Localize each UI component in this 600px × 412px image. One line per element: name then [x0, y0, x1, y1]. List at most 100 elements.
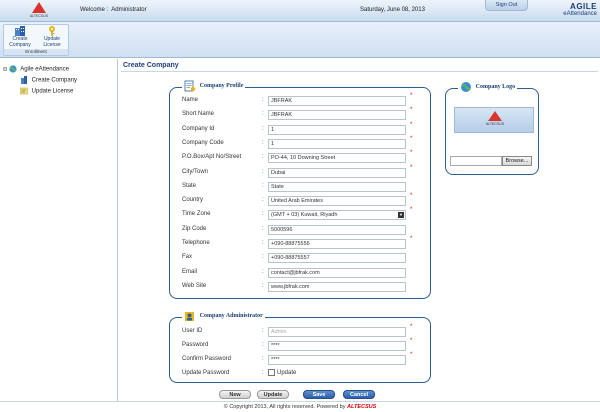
form-row: City/Town: Dubai * [182, 164, 413, 178]
required-marker: * [410, 164, 413, 171]
field-input[interactable]: JBFRAK [268, 96, 406, 106]
field-input[interactable]: www.jbfrak.com [268, 281, 406, 292]
form-row: Password: **** * [182, 338, 413, 351]
globe-icon [9, 65, 17, 73]
welcome-text: Welcome : Administrator [80, 7, 147, 13]
required-marker: * [410, 324, 413, 330]
ribbon-group-label: Enrollment [4, 49, 68, 55]
form-row: State: State [182, 181, 412, 192]
required-marker: * [410, 193, 413, 200]
field-label: User ID [182, 328, 203, 334]
field-label: Company Id [182, 125, 215, 132]
field-value: www.jbfrak.com [271, 283, 310, 290]
form-row: Confirm Password: **** * [182, 352, 413, 365]
new-button[interactable]: New [219, 390, 251, 399]
company-profile-legend: Company Profile [182, 80, 246, 94]
top-bar: ALTECSUS Welcome : Administrator Saturda… [0, 0, 600, 22]
field-input[interactable]: +090-88875556 [268, 239, 406, 249]
form-row: P.O.Box/Apt No/Street: PO-44, 10 Downing … [182, 150, 413, 164]
field-value: contact@jbfrak.com [271, 269, 320, 276]
required-marker: * [410, 150, 413, 157]
cancel-button[interactable]: Cancel [343, 390, 375, 399]
form-row: Company Code:1 * [182, 135, 413, 149]
field-value: +090-88875556 [271, 241, 310, 247]
company-administrator-legend: Company Administrator [182, 310, 265, 324]
sidebar-item-update-license[interactable]: Update License [20, 87, 73, 95]
tree-expand-icon[interactable]: ⊟ [3, 67, 7, 73]
save-button[interactable]: Save [303, 390, 335, 399]
sidebar-item-create-company[interactable]: Create Company [20, 76, 77, 84]
field-input[interactable]: PO-44, 10 Downing Street [268, 153, 406, 164]
footer-brand: ALTECSUS [347, 404, 377, 410]
field-input[interactable]: +090-88875557 [268, 253, 406, 264]
required-marker: * [410, 93, 413, 99]
form-row: Email: contact@jbfrak.com [182, 267, 412, 278]
field-input[interactable]: 5000596 [268, 224, 406, 235]
profile-document-icon [184, 80, 196, 92]
field-value: State [271, 183, 284, 190]
tree-root[interactable]: ⊟ Agile eAttendance [3, 65, 69, 73]
form-row: Name: JBFRAK * [182, 93, 413, 106]
field-label: City/Town [182, 168, 209, 175]
field-label: State [182, 182, 197, 189]
field-label: Country [182, 197, 204, 204]
company-logo-section: Company Logo ALTECSUS Browse... [445, 81, 539, 175]
field-input[interactable]: contact@jbfrak.com [268, 267, 406, 278]
license-icon [20, 87, 28, 95]
field-label: Web Site [182, 282, 207, 289]
logo-file-path-input[interactable] [450, 156, 502, 166]
field-value: 5000596 [271, 226, 293, 233]
update-button[interactable]: Update [257, 390, 289, 399]
dropdown-arrow-icon[interactable]: ▼ [398, 212, 404, 219]
required-marker: * [410, 236, 413, 242]
product-brand: AGILE eAttendance [535, 2, 597, 20]
sidebar-item-label: Update License [31, 88, 74, 95]
update-password-option[interactable]: Update [268, 369, 296, 376]
browse-button[interactable]: Browse... [502, 156, 532, 166]
sign-out-button[interactable]: Sign Out [485, 0, 528, 11]
update-password-label: Update Password [182, 370, 230, 376]
create-company-button[interactable]: Create Company [5, 26, 35, 50]
field-input[interactable]: 1 [268, 124, 406, 135]
field-input[interactable]: JBFRAK [268, 110, 406, 121]
field-value: United Arab Emirates [271, 198, 323, 205]
ribbon-group-enrollment: Create Company Update License Enrollment [3, 24, 69, 56]
form-row: Web Site: www.jbfrak.com [182, 281, 412, 292]
field-input[interactable]: Admin [268, 327, 406, 337]
form-row: Short Name: JBFRAK * [182, 107, 413, 121]
sidebar: ⊟ Agile eAttendance Create Company Updat… [0, 59, 118, 401]
update-password-checkbox[interactable] [268, 369, 275, 376]
field-input[interactable]: Dubai [268, 167, 406, 178]
field-input[interactable]: State [268, 181, 406, 192]
field-value: **** [271, 343, 280, 349]
field-value: 1 [271, 140, 275, 147]
globe-icon [461, 82, 471, 92]
required-marker: * [410, 121, 413, 128]
required-marker: * [410, 338, 413, 344]
field-input[interactable]: United Arab Emirates [268, 196, 406, 207]
update-password-row: Update Password : Update [182, 369, 297, 377]
field-label: Time Zone [182, 211, 211, 218]
current-date: Saturday, June 08, 2013 [360, 7, 425, 13]
company-profile-section: Company Profile Name: JBFRAK * Short Name: J… [169, 80, 431, 299]
welcome-label: Welcome [80, 7, 105, 13]
brand-name: AGILE [570, 2, 597, 11]
form-buttons: New Update Save Cancel [219, 390, 419, 400]
field-label: Telephone [182, 240, 210, 246]
update-license-button[interactable]: Update License [37, 26, 67, 50]
field-input[interactable]: **** [268, 341, 406, 351]
field-label: Name [182, 97, 199, 103]
administrator-icon [185, 312, 194, 321]
field-value: PO-44, 10 Downing Street [271, 155, 336, 162]
field-label: Zip Code [182, 225, 207, 232]
footer: © Copyright 2013, All rights reserved. P… [0, 401, 600, 412]
altecsus-logo: ALTECSUS [26, 1, 52, 21]
copyright-text: © Copyright 2013, All rights reserved. P… [223, 404, 346, 410]
field-value: Admin [271, 329, 287, 335]
time-zone-select[interactable]: (GMT + 03) Kuwait, Riyadh ▼ [268, 210, 406, 221]
page-title: Create Company [123, 62, 179, 69]
required-marker: * [410, 207, 413, 214]
field-input[interactable]: **** [268, 355, 406, 365]
form-row: Time Zone: (GMT + 03) Kuwait, Riyadh ▼ * [182, 207, 413, 221]
field-input[interactable]: 1 [268, 138, 406, 149]
